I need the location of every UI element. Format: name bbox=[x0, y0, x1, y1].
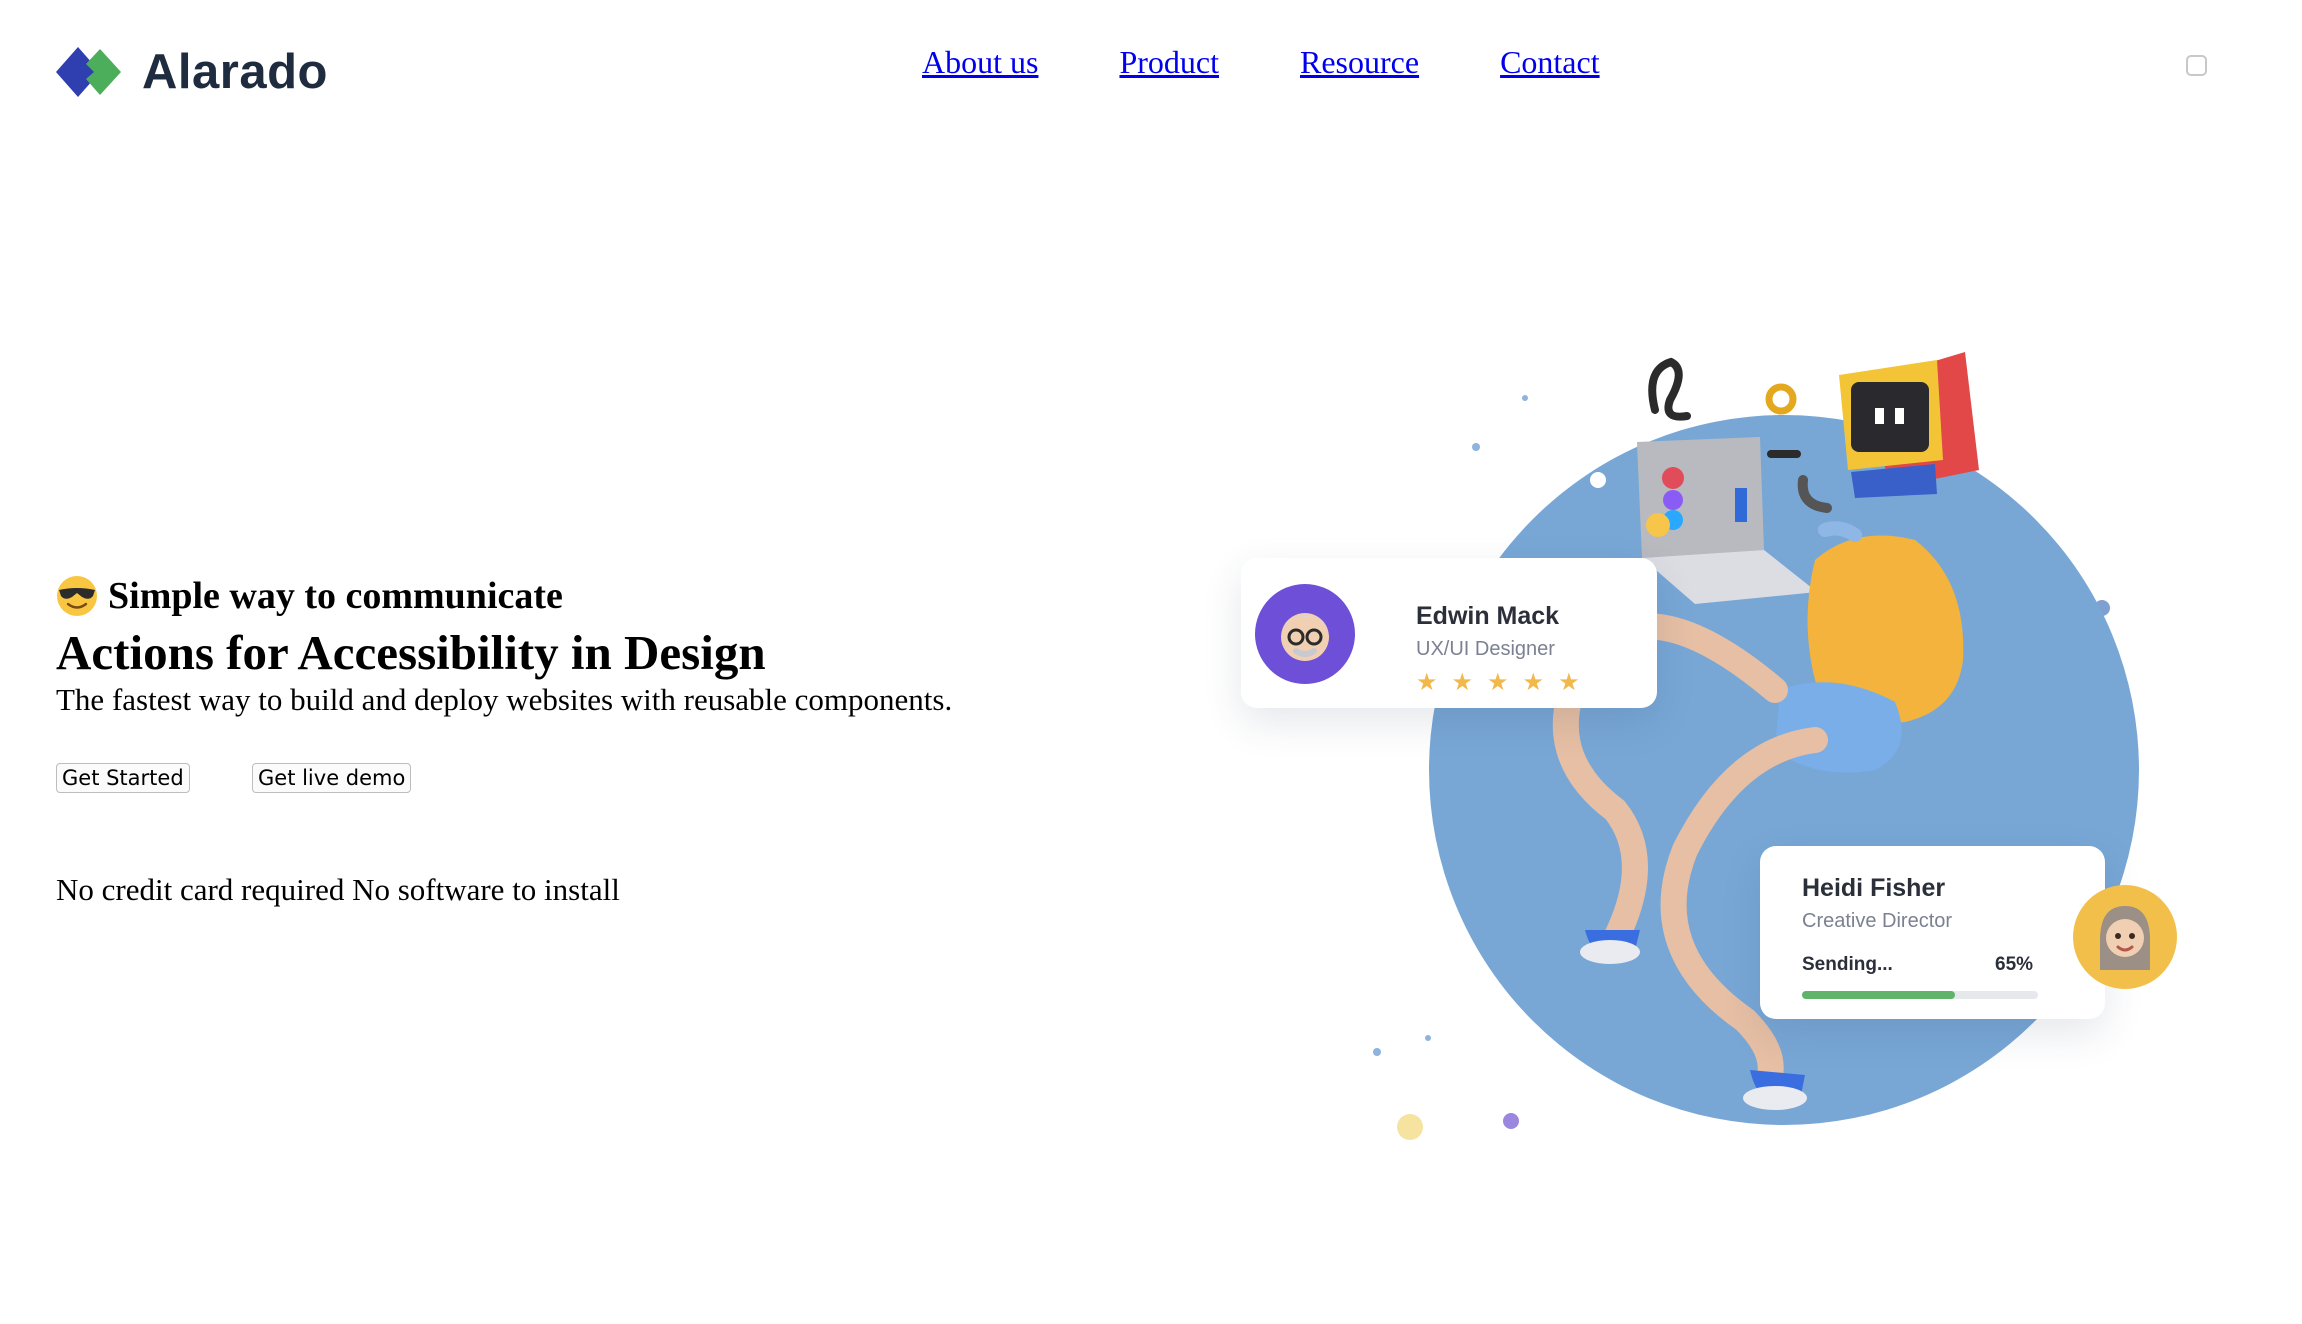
tagline-text: Simple way to communicate bbox=[108, 575, 563, 617]
progress-percent: 65% bbox=[1995, 954, 2034, 975]
hero-note: No credit card required No software to i… bbox=[56, 872, 620, 907]
diamond-logo-icon bbox=[56, 47, 121, 97]
smiling-face-with-sunglasses-icon bbox=[57, 576, 97, 616]
nav-link-product[interactable]: Product bbox=[1119, 44, 1219, 81]
progress-label: Sending... bbox=[1802, 954, 1893, 975]
avatar bbox=[1255, 584, 1355, 684]
star-rating: ★ ★ ★ ★ ★ bbox=[1416, 668, 1594, 697]
landing-page: Alarado About us Product Resource Contac… bbox=[0, 0, 2302, 1324]
progress-bar-fill bbox=[1802, 991, 1956, 999]
star-icon: ★ bbox=[1487, 669, 1509, 696]
man-avatar-icon bbox=[1281, 613, 1329, 661]
page-title: Actions for Accessibility in Design bbox=[56, 625, 766, 680]
menu-toggle-checkbox[interactable] bbox=[2186, 55, 2207, 76]
brand-logo[interactable]: Alarado bbox=[56, 44, 328, 100]
progress-bar bbox=[1802, 991, 2038, 999]
hero-tagline: Simple way to communicate bbox=[56, 574, 563, 618]
brand-name: Alarado bbox=[142, 45, 328, 99]
profile-name: Edwin Mack bbox=[1416, 602, 1560, 630]
hero-illustration-art bbox=[1373, 352, 2139, 1140]
woman-avatar-icon bbox=[2100, 906, 2150, 970]
nav-link-about-us[interactable]: About us bbox=[922, 44, 1038, 81]
hero-subtext: The fastest way to build and deploy webs… bbox=[56, 682, 953, 717]
progress-card-role: Creative Director bbox=[1802, 910, 1953, 932]
main-nav: About us Product Resource Contact bbox=[922, 44, 1681, 81]
star-icon: ★ bbox=[1558, 669, 1580, 696]
nav-link-contact[interactable]: Contact bbox=[1500, 44, 1600, 81]
star-icon: ★ bbox=[1451, 669, 1474, 696]
get-started-button[interactable]: Get Started bbox=[56, 763, 190, 793]
star-icon: ★ bbox=[1522, 669, 1545, 696]
hero-illustration: Edwin Mack UX/UI Designer ★ ★ ★ ★ ★ Heid… bbox=[1215, 330, 2205, 1150]
get-live-demo-button[interactable]: Get live demo bbox=[252, 763, 412, 793]
progress-card: Heidi Fisher Creative Director Sending..… bbox=[1760, 846, 2105, 1019]
progress-card-name: Heidi Fisher bbox=[1802, 874, 1946, 902]
nav-link-resource[interactable]: Resource bbox=[1300, 44, 1419, 81]
avatar bbox=[2073, 885, 2177, 989]
star-icon: ★ bbox=[1416, 669, 1438, 696]
profile-role: UX/UI Designer bbox=[1416, 638, 1555, 660]
